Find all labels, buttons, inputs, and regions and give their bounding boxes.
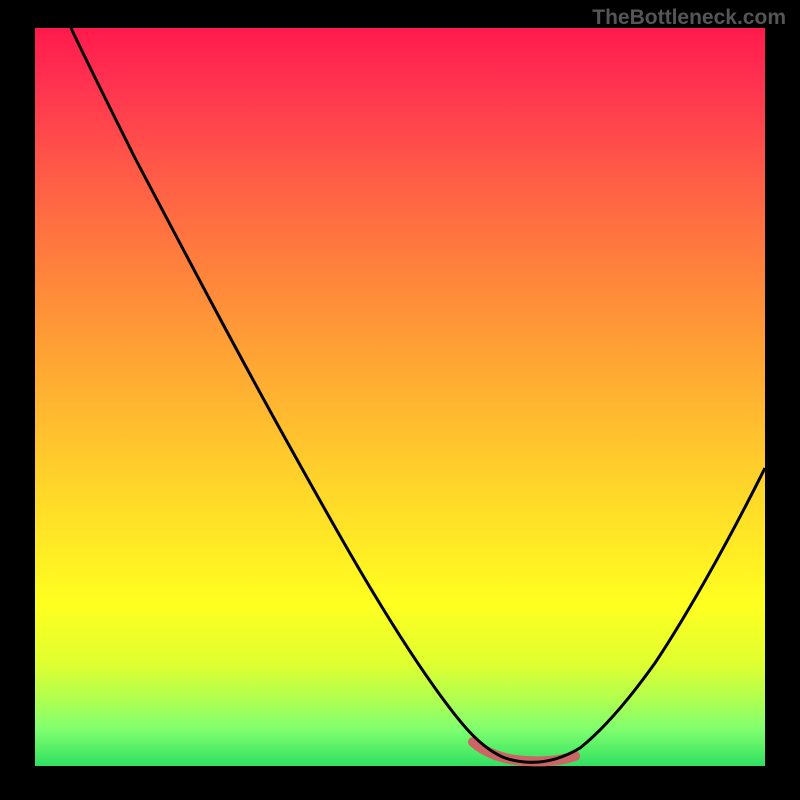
curve-svg	[35, 28, 765, 766]
plot-gradient-background	[35, 28, 765, 766]
watermark-text: TheBottleneck.com	[592, 6, 786, 30]
chart-container: TheBottleneck.com	[0, 0, 800, 800]
bottleneck-curve	[71, 28, 765, 762]
